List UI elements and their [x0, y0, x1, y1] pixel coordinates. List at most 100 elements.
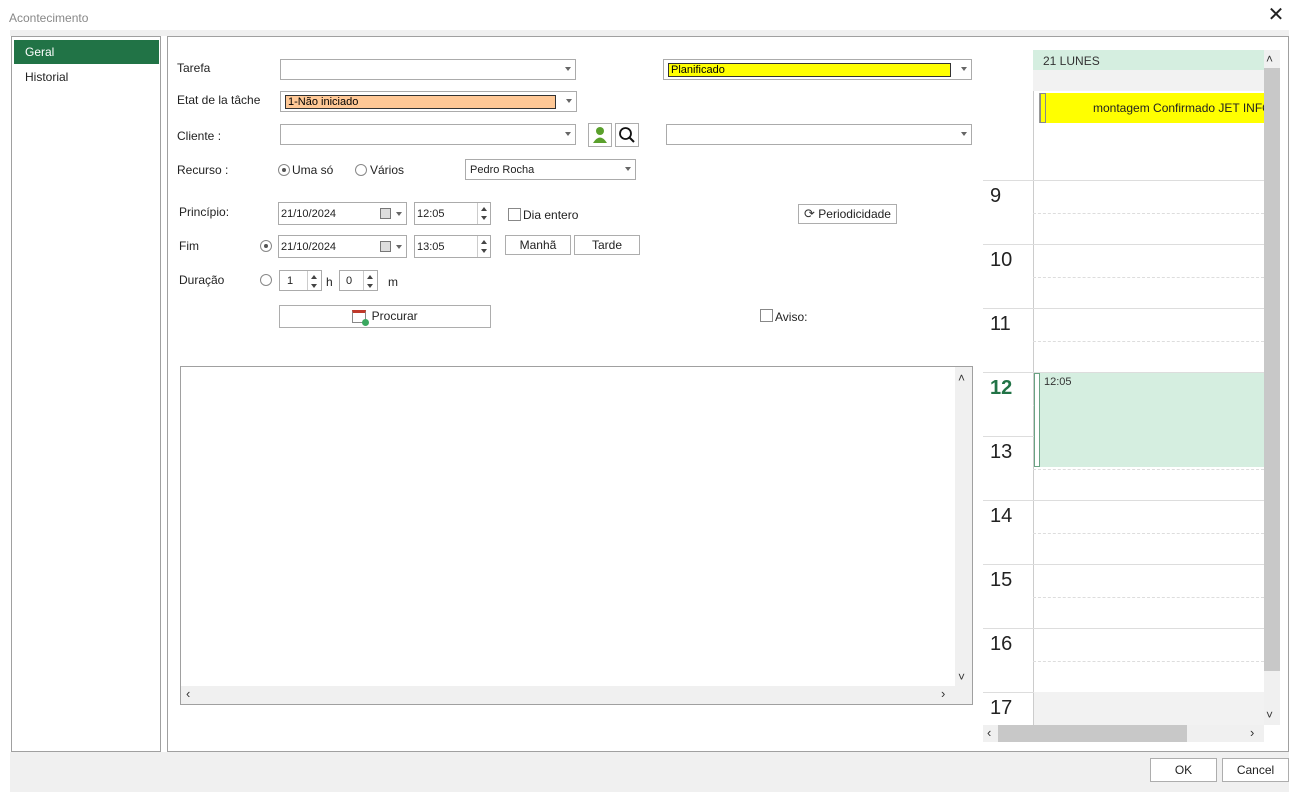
- notes-textarea[interactable]: [180, 366, 973, 705]
- chevron-down-icon: [396, 245, 402, 249]
- chevron-up-icon[interactable]: ˄: [958, 372, 965, 384]
- procurar-button[interactable]: Procurar: [279, 305, 491, 328]
- recurso-varios-label: Vários: [370, 163, 405, 177]
- sidebar: Geral Historial: [11, 36, 161, 752]
- cliente-secondary-combo[interactable]: [666, 124, 972, 145]
- refresh-icon: ⟳: [804, 206, 815, 221]
- minutes-unit: m: [388, 275, 398, 289]
- principio-time-value: 12:05: [417, 208, 445, 220]
- hour-slot[interactable]: [983, 308, 1264, 372]
- scroll-thumb[interactable]: [1264, 68, 1280, 671]
- chevron-left-icon[interactable]: ‹: [186, 687, 190, 700]
- minutes-spinner[interactable]: [363, 271, 376, 290]
- scroll-thumb[interactable]: [998, 725, 1187, 742]
- window-title: Acontecimento: [9, 11, 89, 25]
- hour-slot[interactable]: [983, 244, 1264, 308]
- duracao-hours-value: 1: [287, 275, 294, 287]
- notes-horizontal-scrollbar[interactable]: [181, 686, 955, 704]
- cliente-label: Cliente :: [177, 129, 222, 143]
- hour-slot[interactable]: [983, 628, 1264, 692]
- close-icon[interactable]: ✕: [1262, 4, 1290, 28]
- sidebar-item-historial[interactable]: Historial: [14, 65, 159, 89]
- chevron-left-icon[interactable]: ‹: [987, 726, 991, 739]
- cliente-combo[interactable]: [280, 124, 576, 145]
- search-icon[interactable]: [615, 123, 639, 147]
- non-working-hours: [1034, 692, 1264, 725]
- etat-value: 1-Não iniciado: [285, 95, 556, 109]
- hour-label-16: 16: [990, 633, 1013, 655]
- scroll-corner: [955, 686, 972, 704]
- recurso-combo[interactable]: Pedro Rocha: [465, 159, 636, 180]
- chevron-down-icon: [566, 99, 572, 103]
- time-spinner[interactable]: [477, 236, 490, 257]
- appointment-status-bar: [1034, 373, 1040, 467]
- calendar-icon[interactable]: [380, 241, 391, 252]
- periodicidade-button[interactable]: ⟳ Periodicidade: [798, 204, 897, 224]
- aviso-label: Aviso:: [775, 310, 808, 324]
- principio-label: Princípio:: [179, 205, 230, 219]
- duracao-hours-field[interactable]: 1: [279, 270, 322, 291]
- hour-label-12-current: 12: [990, 377, 1013, 399]
- cancel-button[interactable]: Cancel: [1222, 758, 1289, 782]
- hour-slot[interactable]: [983, 180, 1264, 244]
- chevron-down-icon: [565, 132, 571, 136]
- principio-time-field[interactable]: 12:05: [414, 202, 491, 225]
- sidebar-item-geral[interactable]: Geral: [14, 40, 159, 64]
- chevron-up-icon[interactable]: ˄: [1266, 53, 1273, 65]
- chevron-down-icon: [625, 167, 631, 171]
- fim-date-value: 21/10/2024: [281, 241, 337, 253]
- calendar-icon[interactable]: [380, 208, 391, 219]
- fim-label: Fim: [179, 239, 199, 253]
- day-header-label: 21 LUNES: [1043, 54, 1100, 68]
- hour-label-9: 9: [990, 185, 1002, 207]
- hour-slot[interactable]: [983, 500, 1264, 564]
- notes-vertical-scrollbar[interactable]: [955, 367, 972, 686]
- hour-label-10: 10: [990, 249, 1013, 271]
- chevron-down-icon: [961, 67, 967, 71]
- chevron-down-icon[interactable]: ˅: [958, 671, 965, 683]
- recurso-varios-radio[interactable]: [355, 164, 367, 176]
- chevron-down-icon: [565, 67, 571, 71]
- periodicidade-label: Periodicidade: [818, 207, 891, 221]
- user-icon[interactable]: [588, 123, 612, 147]
- recurso-value: Pedro Rocha: [470, 164, 535, 176]
- procurar-label: Procurar: [371, 309, 418, 323]
- fim-date-field[interactable]: 21/10/2024: [278, 235, 407, 258]
- calendar-search-icon: [352, 310, 370, 327]
- allday-event[interactable]: montagem Confirmado JET INFO: [1039, 93, 1264, 123]
- status-value: Planificado: [668, 63, 951, 77]
- day-calendar[interactable]: 21 LUNES montagem Confirmado JET INFO 9 …: [983, 50, 1264, 725]
- time-spinner[interactable]: [477, 203, 490, 224]
- principio-date-value: 21/10/2024: [281, 208, 337, 220]
- tarefa-combo[interactable]: [280, 59, 576, 80]
- chevron-right-icon[interactable]: ›: [941, 687, 945, 700]
- hour-slot[interactable]: [983, 564, 1264, 628]
- chevron-right-icon[interactable]: ›: [1250, 726, 1254, 739]
- dia-entero-checkbox[interactable]: [508, 208, 521, 221]
- hours-spinner[interactable]: [307, 271, 320, 290]
- fim-time-field[interactable]: 13:05: [414, 235, 491, 258]
- calendar-horizontal-scrollbar[interactable]: [983, 725, 1264, 742]
- footer-bar: [10, 752, 1289, 792]
- ok-button[interactable]: OK: [1150, 758, 1217, 782]
- chevron-down-icon: [961, 132, 967, 136]
- recurso-uma-label: Uma só: [292, 163, 334, 177]
- chevron-down-icon[interactable]: ˅: [1266, 709, 1273, 721]
- recurso-label: Recurso :: [177, 163, 229, 177]
- etat-combo[interactable]: 1-Não iniciado: [280, 91, 577, 112]
- calendar-vertical-scrollbar[interactable]: [1264, 50, 1280, 725]
- principio-date-field[interactable]: 21/10/2024: [278, 202, 407, 225]
- status-combo[interactable]: Planificado: [663, 59, 972, 80]
- hour-label-11: 11: [990, 313, 1011, 335]
- duracao-radio[interactable]: [260, 274, 272, 286]
- duracao-label: Duração: [179, 273, 225, 287]
- manha-button[interactable]: Manhã: [505, 235, 571, 255]
- hour-label-15: 15: [990, 569, 1013, 591]
- fim-radio[interactable]: [260, 240, 272, 252]
- tarde-button[interactable]: Tarde: [574, 235, 640, 255]
- recurso-uma-radio[interactable]: [278, 164, 290, 176]
- aviso-checkbox[interactable]: [760, 309, 773, 322]
- tarefa-label: Tarefa: [177, 61, 211, 75]
- duracao-minutes-field[interactable]: 0: [339, 270, 378, 291]
- hour-label-17: 17: [990, 697, 1013, 719]
